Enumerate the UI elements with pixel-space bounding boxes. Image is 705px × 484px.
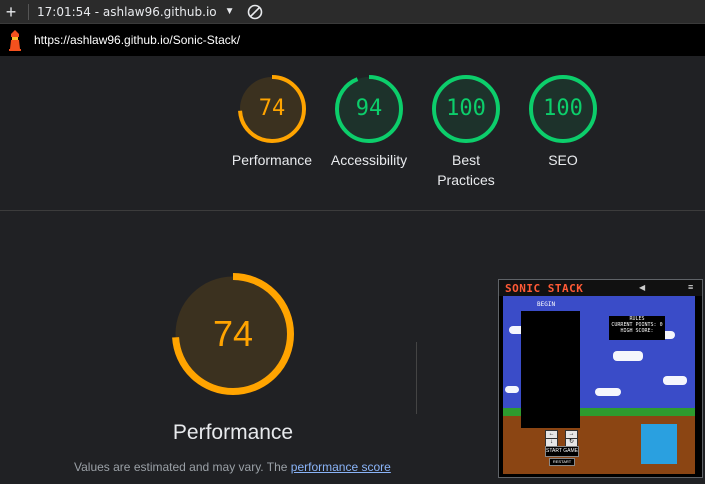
report-selector-title[interactable]: 17:01:54 - ashlaw96.github.io bbox=[37, 5, 217, 19]
thumb-info-line: HIGH SCORE: bbox=[620, 328, 654, 334]
plus-icon[interactable]: + bbox=[0, 2, 22, 22]
waterfall bbox=[641, 424, 677, 464]
thumb-game-scene: BEGIN RULES CURRENT POINTS: 0 HIGH SCORE… bbox=[503, 296, 695, 474]
gauge-score: 94 bbox=[355, 96, 383, 121]
thumb-grid-header: BEGIN bbox=[537, 301, 556, 308]
caret-down-icon[interactable]: ▼ bbox=[225, 6, 235, 17]
report-url[interactable]: https://ashlaw96.github.io/Sonic-Stack/ bbox=[34, 33, 240, 47]
performance-score-large: 74 bbox=[212, 313, 254, 354]
cloud bbox=[595, 388, 621, 396]
gauge-label-line: Practices bbox=[437, 172, 495, 188]
gauge-score: 100 bbox=[446, 96, 486, 121]
report-url-bar: https://ashlaw96.github.io/Sonic-Stack/ bbox=[0, 24, 705, 56]
gauge-seo[interactable]: 100 bbox=[528, 74, 598, 144]
gauge-score: 74 bbox=[258, 96, 286, 121]
final-screenshot-thumbnail[interactable]: SONIC STACK ◀ ≡ BEGIN RULES CURRENT POIN… bbox=[498, 279, 703, 478]
thumb-site-title: SONIC STACK bbox=[505, 282, 584, 295]
gauge-score: 100 bbox=[543, 96, 583, 121]
thumb-restart-button: RESTART bbox=[549, 458, 575, 466]
vertical-divider bbox=[416, 342, 417, 414]
metrics-disclaimer: Values are estimated and may vary. The p… bbox=[74, 460, 391, 474]
section-divider bbox=[0, 210, 705, 211]
speaker-icon: ◀ bbox=[639, 283, 646, 292]
thumb-start-button: START GAME bbox=[545, 446, 579, 457]
cloud bbox=[505, 386, 519, 393]
performance-score-link[interactable]: performance score bbox=[291, 460, 391, 474]
gauge-best-practices[interactable]: 100 bbox=[431, 74, 501, 144]
performance-heading: Performance bbox=[172, 421, 294, 444]
hamburger-menu-icon: ≡ bbox=[688, 282, 694, 292]
devtools-toolbar: + 17:01:54 - ashlaw96.github.io ▼ bbox=[0, 0, 705, 24]
gauge-performance[interactable]: 74 bbox=[237, 74, 307, 144]
lighthouse-icon bbox=[9, 30, 21, 51]
toolbar-divider bbox=[28, 3, 29, 20]
thumb-info-box: RULES CURRENT POINTS: 0 HIGH SCORE: bbox=[609, 316, 665, 340]
gauge-accessibility[interactable]: 94 bbox=[334, 74, 404, 144]
gauge-label-seo[interactable]: SEO bbox=[503, 150, 623, 170]
thumb-navbar: SONIC STACK ◀ ≡ bbox=[499, 280, 702, 296]
prohibited-icon[interactable] bbox=[247, 4, 263, 20]
disclaimer-text: Values are estimated and may vary. The bbox=[74, 460, 291, 474]
thumb-game-grid bbox=[521, 311, 580, 428]
performance-gauge-large: 74 bbox=[171, 272, 295, 396]
cloud bbox=[613, 351, 643, 361]
cloud bbox=[663, 376, 687, 385]
